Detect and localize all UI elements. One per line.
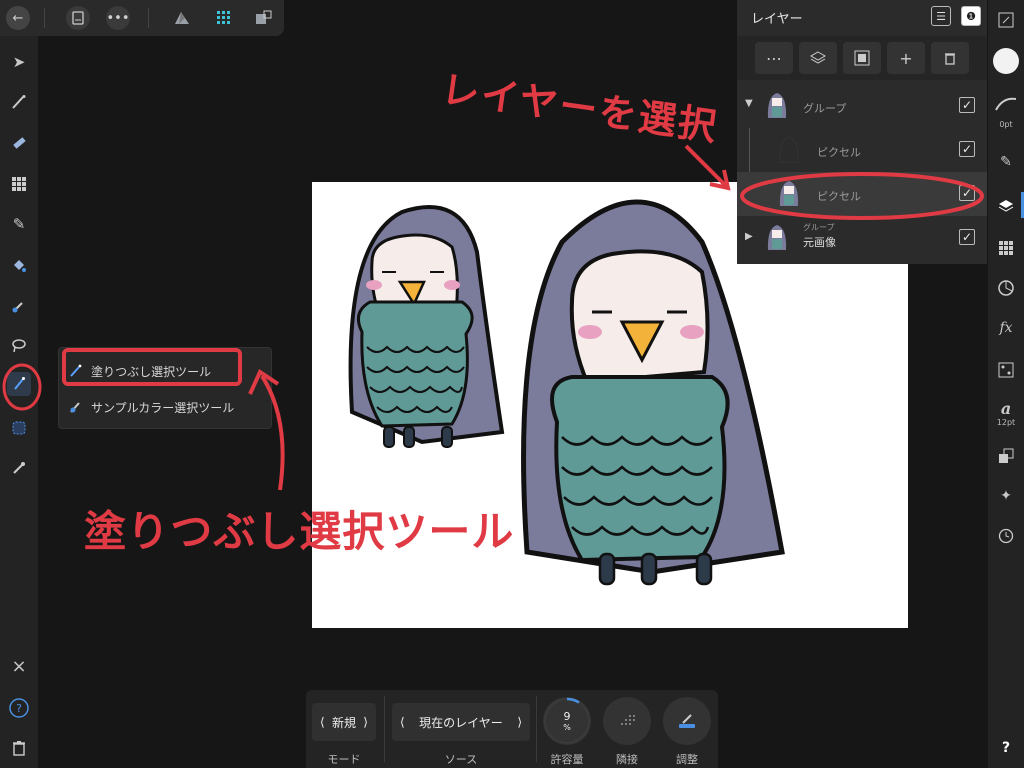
mode-selector[interactable]: ⟨ 新規 ⟩ xyxy=(312,703,376,741)
more-options-icon[interactable]: ⋯ xyxy=(755,42,793,74)
app-window: ← ••• ➤ ✎ × ? 塗りつぶし選択ツール サンプルカラー選択ツール レイ… xyxy=(0,0,1024,768)
layer-thumbnail xyxy=(777,134,801,166)
context-divider xyxy=(536,696,537,762)
mask-layer-icon[interactable] xyxy=(843,42,881,74)
expand-triangle-icon[interactable]: ▼ xyxy=(745,98,753,109)
fullscreen-icon[interactable] xyxy=(994,8,1018,32)
pixel-persona-icon[interactable] xyxy=(212,6,236,30)
chevron-left-icon[interactable]: ⟨ xyxy=(320,715,325,729)
transform-icon[interactable] xyxy=(994,444,1018,468)
refine-button[interactable] xyxy=(663,697,711,745)
eraser-icon[interactable] xyxy=(7,132,31,156)
refine-brush-icon xyxy=(679,714,695,728)
history-icon[interactable] xyxy=(994,524,1018,548)
more-dots-icon[interactable]: ••• xyxy=(106,6,130,30)
toolbar-divider xyxy=(148,8,149,28)
back-arrow-icon[interactable]: ← xyxy=(6,6,30,30)
sample-color-icon xyxy=(69,400,83,414)
context-toolbar: ⟨ 新規 ⟩ モード ⟨ 現在のレイヤー ⟩ ソース 9 % 許容量 隣接 調整 xyxy=(306,690,718,768)
sample-color-select-label: サンプルカラー選択ツール xyxy=(91,400,235,415)
annotation-select-layer: レイヤーを選択 xyxy=(438,66,721,150)
layers-actions-bar: ⋯ + xyxy=(737,36,987,80)
annotation-arrow-to-layer xyxy=(684,144,731,191)
layer-thumbnail xyxy=(765,222,789,254)
brushes-icon[interactable]: ✎ xyxy=(994,150,1018,174)
toolbar-divider xyxy=(44,8,45,28)
move-tool-icon[interactable]: ➤ xyxy=(7,50,31,74)
export-persona-icon[interactable] xyxy=(252,6,276,30)
annotation-arrow-to-flyout xyxy=(248,369,285,491)
layer-name: ピクセル xyxy=(817,146,861,159)
layer-name: グループ xyxy=(803,102,847,115)
mode-label: モード xyxy=(327,753,361,766)
color-swatch[interactable] xyxy=(993,48,1019,74)
brush-size-label: 0pt xyxy=(999,120,1013,129)
persona-photo-icon[interactable] xyxy=(170,6,194,30)
document-icon[interactable] xyxy=(66,6,90,30)
close-icon[interactable]: × xyxy=(7,654,31,678)
layer-name: 元画像 xyxy=(803,236,836,249)
add-layer-icon[interactable]: + xyxy=(887,42,925,74)
visibility-checkbox[interactable]: ✓ xyxy=(959,141,975,157)
layer-thumbnail xyxy=(765,90,789,122)
lasso-icon[interactable] xyxy=(7,334,31,358)
tolerance-value: 9 xyxy=(563,710,571,723)
expand-triangle-icon[interactable]: ▶ xyxy=(745,231,753,242)
visibility-checkbox[interactable]: ✓ xyxy=(959,97,975,113)
grid-icon[interactable] xyxy=(7,172,31,196)
mode-value: 新規 xyxy=(331,715,356,730)
navigator-icon[interactable]: ✦ xyxy=(994,484,1018,508)
eyedropper-icon[interactable] xyxy=(7,456,31,480)
annotation-flood-select-tool: 塗りつぶし選択ツール xyxy=(84,507,515,556)
brush-stroke-icon[interactable] xyxy=(994,92,1018,116)
pin-icon[interactable]: ❶ xyxy=(961,6,981,26)
chevron-left-icon[interactable]: ⟨ xyxy=(400,715,405,729)
flyout-highlight-annotation xyxy=(62,348,242,386)
fill-bucket-icon[interactable] xyxy=(7,254,31,278)
trash-icon[interactable] xyxy=(7,736,31,760)
text-style-icon[interactable]: a xyxy=(994,396,1018,420)
tolerance-unit: % xyxy=(563,723,571,732)
source-value: 現在のレイヤー xyxy=(419,715,503,730)
source-selector[interactable]: ⟨ 現在のレイヤー ⟩ xyxy=(392,703,530,741)
chevron-right-icon[interactable]: ⟩ xyxy=(363,715,368,729)
delete-layer-icon[interactable] xyxy=(931,42,969,74)
visibility-checkbox[interactable]: ✓ xyxy=(959,229,975,245)
help-assistant-icon[interactable]: ? xyxy=(7,696,31,720)
tolerance-dial[interactable]: 9 % xyxy=(543,697,591,745)
contiguous-dots-icon xyxy=(621,715,635,725)
help-button[interactable]: ? xyxy=(994,736,1018,760)
swatches-grid-icon[interactable] xyxy=(994,236,1018,260)
svg-text:?: ? xyxy=(16,702,22,715)
chevron-right-icon[interactable]: ⟩ xyxy=(517,715,522,729)
layers-studio-icon[interactable] xyxy=(994,194,1018,218)
paint-brush-icon[interactable] xyxy=(7,90,31,114)
refine-label: 調整 xyxy=(676,753,698,766)
color-picker-brush-icon[interactable] xyxy=(7,294,31,318)
layers-panel: レイヤー ☰ ❶ ⋯ + ▼ グループ ✓ ピクセル ✓ ピクセル ✓ ▶ グル… xyxy=(737,0,987,264)
channels-icon[interactable] xyxy=(994,358,1018,382)
contiguous-toggle[interactable] xyxy=(603,697,651,745)
layer-highlight-annotation xyxy=(740,172,984,220)
tool-highlight-annotation xyxy=(2,363,42,411)
context-divider xyxy=(384,696,385,762)
layer-row-pixel-1[interactable]: ピクセル ✓ xyxy=(737,128,987,216)
list-view-icon[interactable]: ☰ xyxy=(931,6,951,26)
top-toolbar: ← ••• xyxy=(0,0,284,36)
sample-color-select-menu-item[interactable]: サンプルカラー選択ツール xyxy=(69,396,234,418)
smudge-icon[interactable]: ✎ xyxy=(7,212,31,236)
tolerance-label: 許容量 xyxy=(550,753,584,766)
contiguous-label: 隣接 xyxy=(616,753,638,766)
font-size-label: 12pt xyxy=(996,418,1016,427)
layer-stack-icon[interactable] xyxy=(799,42,837,74)
layer-row-group[interactable]: ▼ グループ ✓ xyxy=(737,84,987,128)
effects-fx-icon[interactable]: fx xyxy=(994,316,1018,340)
studio-sidebar: 0pt ✎ fx a 12pt ✦ ? xyxy=(988,0,1024,768)
layers-panel-title: レイヤー xyxy=(751,12,803,27)
source-label: ソース xyxy=(444,753,478,766)
adjustments-icon[interactable] xyxy=(994,276,1018,300)
